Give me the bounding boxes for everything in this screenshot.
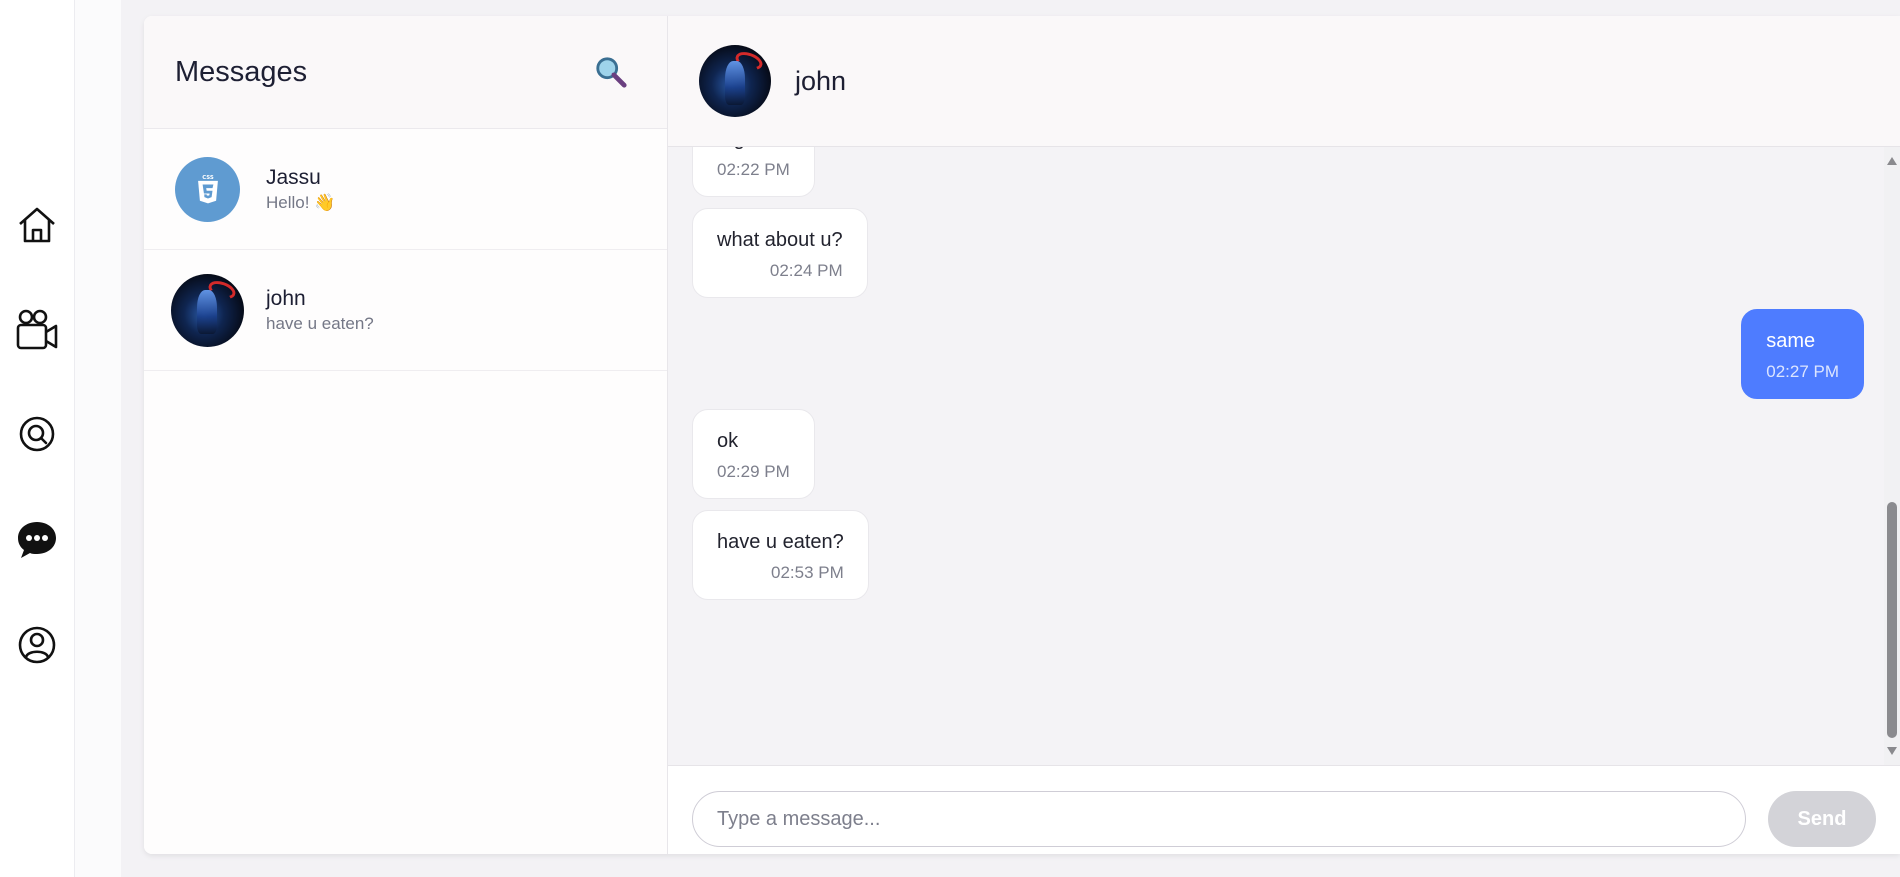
chat-header: john bbox=[668, 16, 1900, 147]
message-text: same bbox=[1766, 330, 1816, 352]
message-time: 02:53 PM bbox=[771, 563, 844, 582]
message-list[interactable]: ntg 02:22 PM what about u? 02:24 PM same… bbox=[668, 147, 1884, 765]
css3-logo-avatar: CSS bbox=[175, 156, 240, 222]
message-bubble-incoming: ntg 02:22 PM bbox=[692, 147, 815, 197]
chat-contact-name: john bbox=[795, 65, 847, 96]
send-button[interactable]: Send bbox=[1768, 791, 1876, 847]
conversation-item-john[interactable]: john have u eaten? bbox=[144, 250, 667, 371]
conversation-preview: Hello! 👋 bbox=[266, 193, 336, 212]
conversation-panel: Messages CSS Jassu Hello! 👋 john have u … bbox=[144, 16, 668, 854]
message-scrollbar[interactable] bbox=[1884, 147, 1900, 765]
message-text: what about u? bbox=[717, 229, 843, 251]
message-input[interactable] bbox=[692, 791, 1746, 847]
chat-panel: john ntg 02:22 PM what about u? 02:24 PM… bbox=[668, 16, 1900, 854]
conversation-header: Messages bbox=[144, 16, 667, 129]
message-bubble-outgoing: same 02:27 PM bbox=[1741, 309, 1864, 399]
nav-gutter bbox=[75, 0, 121, 877]
john-avatar[interactable] bbox=[699, 45, 771, 117]
conversation-item-jassu[interactable]: CSS Jassu Hello! 👋 bbox=[144, 129, 667, 250]
message-text: have u eaten? bbox=[717, 531, 844, 553]
message-text: ok bbox=[717, 430, 739, 452]
search-icon[interactable] bbox=[12, 409, 62, 459]
video-camera-icon[interactable] bbox=[12, 305, 62, 355]
messenger-card: Messages CSS Jassu Hello! 👋 john have u … bbox=[144, 16, 1900, 854]
magnifier-icon[interactable] bbox=[593, 54, 629, 90]
john-avatar bbox=[171, 273, 244, 347]
conversation-preview: have u eaten? bbox=[266, 314, 374, 333]
nav-rail bbox=[0, 0, 75, 877]
scroll-thumb[interactable] bbox=[1887, 502, 1897, 738]
home-icon[interactable] bbox=[12, 200, 62, 250]
message-time: 02:22 PM bbox=[717, 160, 790, 179]
conversation-name: john bbox=[266, 287, 306, 310]
page-title: Messages bbox=[175, 55, 308, 88]
message-time: 02:27 PM bbox=[1766, 362, 1839, 381]
message-text: ntg bbox=[717, 147, 790, 152]
message-composer: Send bbox=[668, 765, 1900, 854]
scroll-down-arrow-icon[interactable] bbox=[1887, 747, 1897, 755]
scroll-up-arrow-icon[interactable] bbox=[1887, 157, 1897, 165]
message-bubble-incoming: what about u? 02:24 PM bbox=[692, 208, 868, 298]
chat-bubble-icon[interactable] bbox=[12, 515, 62, 565]
svg-text:CSS: CSS bbox=[202, 175, 214, 181]
user-profile-icon[interactable] bbox=[12, 620, 62, 670]
conversation-name: Jassu bbox=[266, 166, 321, 189]
message-bubble-incoming: have u eaten? 02:53 PM bbox=[692, 510, 869, 600]
message-time: 02:29 PM bbox=[717, 462, 790, 481]
message-time: 02:24 PM bbox=[769, 261, 843, 280]
message-bubble-incoming: ok 02:29 PM bbox=[692, 409, 815, 499]
